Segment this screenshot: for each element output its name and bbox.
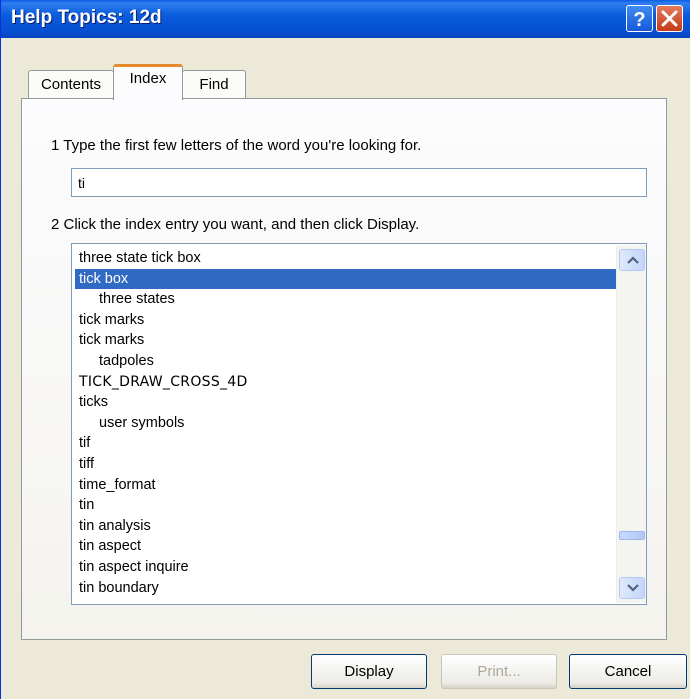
title-bar[interactable]: Help Topics: 12d ?: [1, 0, 690, 38]
help-icon: ?: [633, 9, 645, 31]
index-entry[interactable]: tadpoles: [75, 351, 617, 372]
index-entry[interactable]: tiff: [75, 454, 617, 475]
chevron-up-icon: [627, 256, 639, 264]
index-entry[interactable]: tick marks: [75, 330, 617, 351]
display-button[interactable]: Display: [311, 654, 427, 689]
step2-instruction: 2 Click the index entry you want, and th…: [51, 216, 420, 233]
index-entry[interactable]: tin analysis: [75, 516, 617, 537]
tab-find[interactable]: Find: [182, 70, 246, 98]
index-entry[interactable]: tick box: [75, 268, 617, 290]
index-entry[interactable]: tif: [75, 433, 617, 454]
index-entry[interactable]: TICK_DRAW_CROSS_4D: [75, 372, 617, 393]
chevron-down-icon: [627, 584, 639, 592]
help-button[interactable]: ?: [626, 5, 653, 32]
close-icon: [661, 10, 678, 27]
keyword-search-input[interactable]: [71, 168, 647, 197]
index-entry[interactable]: ticks: [75, 392, 617, 413]
index-entry[interactable]: three state tick box: [75, 248, 617, 269]
tab-index[interactable]: Index: [113, 64, 183, 100]
vertical-scrollbar[interactable]: [616, 245, 646, 603]
window-title: Help Topics: 12d: [11, 7, 162, 28]
index-entries: three state tick box tick box three states…: [75, 248, 617, 598]
step1-instruction: 1 Type the first few letters of the word…: [51, 137, 422, 154]
close-button[interactable]: [656, 5, 683, 32]
index-entry[interactable]: tick marks: [75, 310, 617, 331]
index-entry[interactable]: tin aspect: [75, 536, 617, 557]
scrollbar-thumb[interactable]: [619, 531, 645, 540]
scroll-up-button[interactable]: [619, 249, 645, 271]
index-entry[interactable]: time_format: [75, 475, 617, 496]
cancel-button[interactable]: Cancel: [569, 654, 687, 689]
help-topics-dialog: Help Topics: 12d ? Contents Index Find 1…: [0, 0, 690, 699]
index-entry[interactable]: tin aspect inquire: [75, 557, 617, 578]
index-entry[interactable]: tin boundary: [75, 578, 617, 599]
index-entries-list[interactable]: three state tick box tick box three states…: [71, 243, 647, 605]
index-entry[interactable]: tin: [75, 495, 617, 516]
index-entry[interactable]: user symbols: [75, 413, 617, 434]
tab-contents[interactable]: Contents: [28, 70, 114, 98]
svg-text:?: ?: [633, 9, 645, 31]
index-entry[interactable]: three states: [75, 289, 617, 310]
scroll-down-button[interactable]: [619, 577, 645, 599]
print-button[interactable]: Print...: [441, 654, 557, 689]
